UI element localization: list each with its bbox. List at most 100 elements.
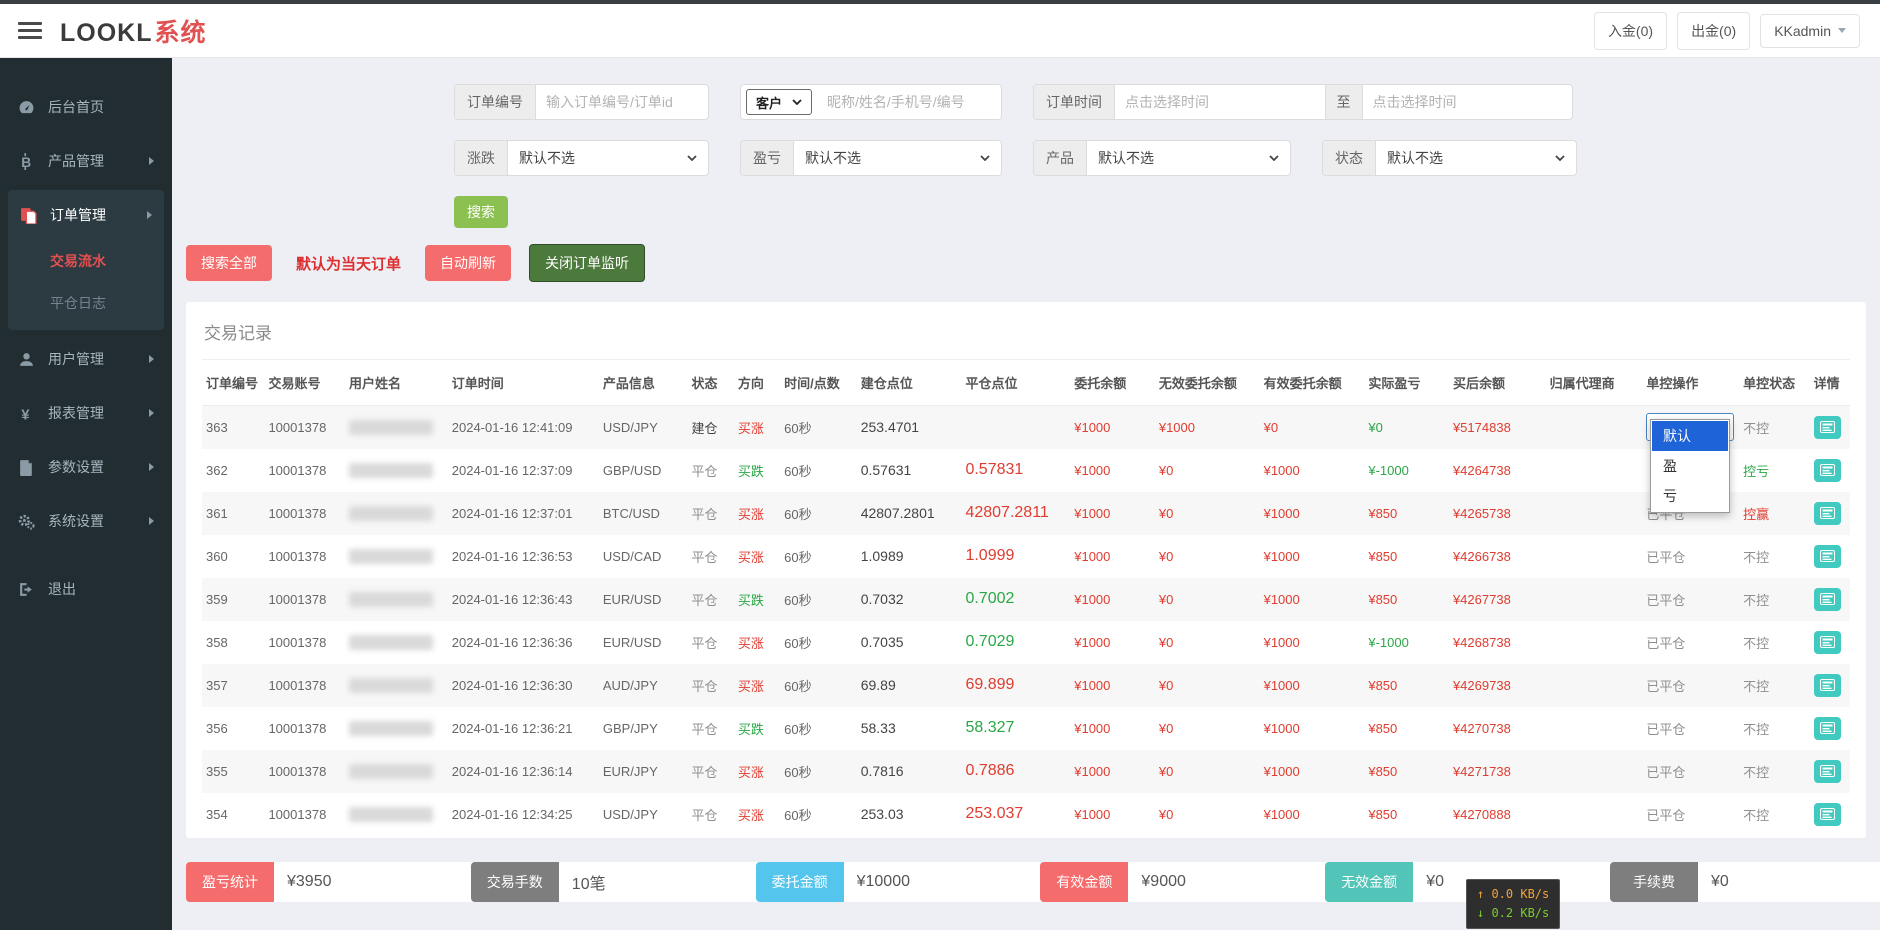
auto-refresh-button[interactable]: 自动刷新 [425,245,511,281]
close-point: 0.7002 [961,578,1070,621]
withdraw-button[interactable]: 出金(0) [1677,12,1750,50]
detail-button[interactable] [1814,459,1841,482]
time-from-input[interactable] [1115,85,1325,119]
summary-group: 交易手数 [471,862,727,902]
table-row: 363100013782024-01-16 12:41:09USD/JPY建仓买… [202,406,1850,449]
order-time: 2024-01-16 12:34:25 [448,793,599,836]
close-point: 0.7886 [961,750,1070,793]
dropdown-option[interactable]: 盈 [1652,451,1728,481]
detail-button[interactable] [1814,416,1841,439]
product-select[interactable]: 默认不选 [1087,141,1290,175]
profit-select[interactable]: 默认不选 [794,141,1001,175]
updown-select[interactable]: 默认不选 [508,141,708,175]
chevron-down-icon [1555,155,1565,161]
detail-cell [1810,707,1850,750]
sidebar-item-system[interactable]: 系统设置 [0,494,172,548]
product-info: AUD/JPY [599,664,688,707]
duration: 60秒 [780,449,857,492]
close-point: 42807.2811 [961,492,1070,535]
trade-records-card: 交易记录 订单编号交易账号用户姓名订单时间产品信息状态方向时间/点数建仓点位平仓… [186,302,1866,838]
balance-after: ¥4266738 [1449,535,1546,578]
detail-button[interactable] [1814,545,1841,568]
trade-account: 10001378 [264,750,345,793]
search-all-button[interactable]: 搜索全部 [186,245,272,281]
dropdown-option[interactable]: 亏 [1652,481,1728,511]
direction: 买涨 [734,535,780,578]
sidebar-subitem-trade-flow[interactable]: 交易流水 [8,240,164,282]
valid-entrust-balance: ¥1000 [1260,449,1365,492]
close-monitor-button[interactable]: 关闭订单监听 [529,244,645,282]
customer-filter: 客户 [740,84,1002,120]
balance-after: ¥4270738 [1449,707,1546,750]
summary-label: 盈亏统计 [186,862,274,902]
order-time: 2024-01-16 12:37:09 [448,449,599,492]
summary-value[interactable] [274,862,494,902]
order-no-input[interactable] [536,85,708,119]
control-cell: 已平仓 [1642,750,1739,793]
order-time: 2024-01-16 12:41:09 [448,406,599,449]
detail-button[interactable] [1814,803,1841,826]
column-header: 用户姓名 [345,360,448,406]
detail-button[interactable] [1814,760,1841,783]
summary-value[interactable] [1128,862,1348,902]
user-icon [18,351,35,368]
invalid-entrust-balance: ¥1000 [1155,406,1260,449]
detail-button[interactable] [1814,502,1841,525]
detail-button[interactable] [1814,717,1841,740]
detail-button[interactable] [1814,631,1841,654]
logout-icon [18,581,35,598]
status-select[interactable]: 默认不选 [1376,141,1576,175]
detail-button[interactable] [1814,674,1841,697]
summary-group: 有效金额 [1040,862,1296,902]
position-status: 平仓 [688,750,734,793]
column-header: 状态 [688,360,734,406]
download-speed: ↓ 0.2 KB/s [1477,904,1549,923]
sidebar-item-logout[interactable]: 退出 [0,562,172,616]
user-name-cell [345,621,448,664]
sidebar-item-params[interactable]: 参数设置 [0,440,172,494]
chevron-down-icon [1838,28,1846,33]
duration: 60秒 [780,578,857,621]
control-cell: 已平仓 [1642,664,1739,707]
duration: 60秒 [780,535,857,578]
sidebar-item-reports[interactable]: ¥ 报表管理 [0,386,172,440]
column-header: 买后余额 [1449,360,1546,406]
top-navbar: LOOKL系统 入金(0) 出金(0) KKadmin [0,4,1880,58]
time-to-input[interactable] [1363,85,1573,119]
detail-button[interactable] [1814,588,1841,611]
sidebar-subitem-close-log[interactable]: 平仓日志 [8,282,164,324]
dropdown-option[interactable]: 默认 [1652,421,1728,451]
actual-profit: ¥850 [1364,578,1449,621]
trade-account: 10001378 [264,578,345,621]
product-info: EUR/USD [599,621,688,664]
sidebar-group-orders: 订单管理 交易流水 平仓日志 [8,190,164,330]
sidebar-item-label: 参数设置 [48,457,104,477]
agent [1546,535,1643,578]
trade-records-table: 订单编号交易账号用户姓名订单时间产品信息状态方向时间/点数建仓点位平仓点位委托余… [202,360,1850,836]
position-status: 平仓 [688,621,734,664]
deposit-button[interactable]: 入金(0) [1594,12,1667,50]
user-menu[interactable]: KKadmin [1760,14,1860,48]
summary-value[interactable] [844,862,1064,902]
sidebar-item-dashboard[interactable]: 后台首页 [0,80,172,134]
entrust-balance: ¥1000 [1070,492,1155,535]
table-body: 363100013782024-01-16 12:41:09USD/JPY建仓买… [202,406,1850,836]
customer-input[interactable] [817,85,1001,119]
direction: 买跌 [734,449,780,492]
summary-value[interactable] [1698,862,1880,902]
detail-icon [1820,765,1835,777]
open-point: 253.03 [857,793,962,836]
customer-type-select[interactable]: 客户 [746,89,812,115]
menu-toggle-icon[interactable] [18,22,42,39]
search-button[interactable]: 搜索 [454,196,508,228]
summary-value[interactable] [559,862,779,902]
user-name-cell [345,492,448,535]
chevron-right-icon [149,409,154,417]
control-status: 不控 [1739,406,1810,449]
sidebar-item-orders[interactable]: 订单管理 [8,190,164,240]
entrust-balance: ¥1000 [1070,793,1155,836]
control-status: 控亏 [1739,449,1810,492]
order-no-label: 订单编号 [455,85,536,119]
sidebar-item-users[interactable]: 用户管理 [0,332,172,386]
sidebar-item-products[interactable]: B 产品管理 [0,134,172,188]
